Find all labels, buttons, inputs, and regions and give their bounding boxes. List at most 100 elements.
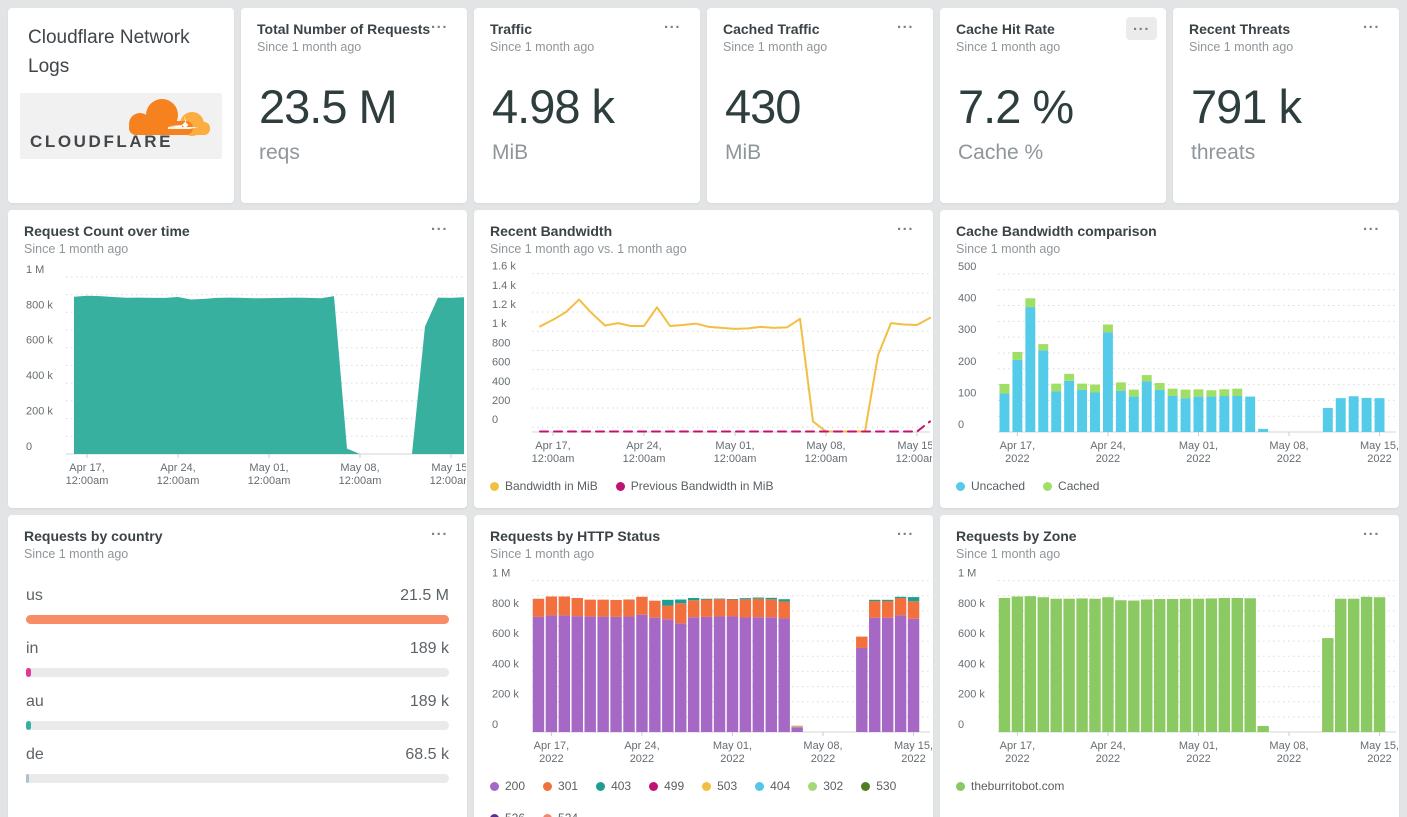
- panel-menu-button[interactable]: ...: [425, 521, 454, 541]
- svg-text:Apr 17,: Apr 17,: [1000, 740, 1035, 752]
- metric-value: 430: [725, 80, 801, 133]
- legend-item[interactable]: 302: [808, 779, 843, 793]
- panel-requests-by-zone: ... Requests by Zone Since 1 month ago 0…: [940, 515, 1399, 817]
- zone-bar-chart[interactable]: 0200 k400 k600 k800 k1 MApr 17,2022Apr 2…: [956, 563, 1399, 770]
- legend-dot-icon: [956, 781, 965, 791]
- legend-item[interactable]: 301: [543, 779, 578, 793]
- metric-unit: threats: [1191, 141, 1256, 164]
- legend-item[interactable]: Bandwidth in MiB: [490, 479, 598, 493]
- panel-menu-button[interactable]: ...: [891, 521, 920, 541]
- legend-item[interactable]: Previous Bandwidth in MiB: [615, 479, 773, 493]
- panel-title: Request Count over time: [24, 223, 190, 239]
- legend-item[interactable]: 503: [702, 779, 737, 793]
- svg-text:May 01,: May 01,: [1179, 440, 1218, 452]
- svg-text:100: 100: [958, 387, 976, 399]
- panel-subtitle: Since 1 month ago: [24, 242, 129, 256]
- legend-label: theburritobot.com: [971, 779, 1065, 793]
- svg-text:12:00am: 12:00am: [157, 475, 200, 487]
- country-value: 68.5 k: [405, 746, 449, 763]
- panel-menu-button[interactable]: ...: [1357, 521, 1386, 541]
- legend-dot-icon: [861, 781, 871, 791]
- svg-text:600: 600: [492, 357, 510, 369]
- legend-label: 524: [558, 811, 578, 817]
- legend-dot-icon: [596, 781, 606, 791]
- cloudflare-wordmark: CLOUDFLARE: [30, 132, 174, 151]
- svg-text:Apr 24,: Apr 24,: [160, 462, 195, 474]
- svg-text:May 08,: May 08,: [803, 740, 842, 752]
- svg-text:1.4 k: 1.4 k: [492, 280, 516, 292]
- panel-cache-hit-rate: ... Cache Hit Rate Since 1 month ago 7.2…: [940, 8, 1166, 203]
- svg-text:May 15,: May 15,: [894, 740, 932, 752]
- svg-text:Apr 17,: Apr 17,: [69, 462, 104, 474]
- country-bar-fill[interactable]: [26, 774, 29, 783]
- legend-item[interactable]: 200: [490, 779, 525, 793]
- svg-text:1.6 k: 1.6 k: [492, 261, 516, 273]
- legend-label: Uncached: [971, 479, 1026, 493]
- cache-legend: Uncached Cached: [940, 475, 1399, 493]
- svg-text:800 k: 800 k: [492, 598, 519, 610]
- country-bar-track: [26, 721, 449, 730]
- http-status-bar-chart[interactable]: 0200 k400 k600 k800 k1 MApr 17,2022Apr 2…: [490, 563, 933, 770]
- country-value: 189 k: [409, 693, 449, 710]
- svg-text:800: 800: [492, 337, 510, 349]
- svg-text:2022: 2022: [1005, 453, 1029, 465]
- country-bar-fill[interactable]: [26, 615, 449, 624]
- legend-item[interactable]: 524: [543, 811, 578, 817]
- panel-menu-button[interactable]: ...: [1357, 216, 1386, 236]
- panel-menu-button-active[interactable]: ...: [1125, 17, 1157, 40]
- svg-text:Apr 17,: Apr 17,: [535, 440, 570, 452]
- panel-menu-button[interactable]: ...: [891, 216, 920, 236]
- svg-text:May 08,: May 08,: [1269, 440, 1308, 452]
- panel-subtitle: Since 1 month ago: [490, 40, 595, 54]
- svg-text:2022: 2022: [1367, 753, 1391, 765]
- legend-dot-icon: [808, 781, 818, 791]
- legend-item[interactable]: theburritobot.com: [956, 779, 1064, 793]
- svg-text:Apr 24,: Apr 24,: [1090, 740, 1125, 752]
- panel-title: Traffic: [490, 21, 533, 37]
- svg-text:May 01,: May 01,: [715, 440, 754, 452]
- panel-title: Recent Bandwidth: [490, 223, 613, 239]
- legend-label: 404: [770, 779, 791, 793]
- panel-menu-button[interactable]: ...: [425, 216, 454, 236]
- country-code: de: [26, 746, 44, 763]
- country-bar-track: [26, 774, 449, 783]
- legend-item[interactable]: 526: [490, 811, 525, 817]
- top-row: Cloudflare Network Logs CLOUDFLARE ... T…: [8, 8, 1399, 203]
- svg-text:0: 0: [492, 719, 498, 731]
- svg-text:2022: 2022: [1367, 453, 1391, 465]
- panel-menu-button[interactable]: ...: [658, 14, 687, 34]
- country-bar-fill[interactable]: [26, 668, 32, 677]
- legend-item[interactable]: 403: [596, 779, 631, 793]
- panel-subtitle: Since 1 month ago: [956, 40, 1061, 54]
- svg-text:200: 200: [492, 395, 510, 407]
- request-count-area-chart[interactable]: 0200 k400 k600 k800 k1 MApr 17,12:00amAp…: [24, 258, 467, 492]
- country-value: 21.5 M: [400, 587, 449, 604]
- panel-title: Requests by HTTP Status: [490, 528, 661, 544]
- cache-bandwidth-bar-chart[interactable]: 0100200300400500Apr 17,2022Apr 24,2022Ma…: [956, 258, 1399, 470]
- legend-item[interactable]: 530: [861, 779, 896, 793]
- legend-label: 499: [664, 779, 685, 793]
- legend-item[interactable]: Cached: [1043, 479, 1099, 493]
- dashboard-title: Cloudflare Network Logs: [28, 27, 190, 77]
- svg-text:May 01,: May 01,: [1179, 740, 1218, 752]
- svg-text:12:00am: 12:00am: [896, 453, 932, 465]
- legend-item[interactable]: 404: [755, 779, 790, 793]
- panel-menu-button[interactable]: ...: [891, 14, 920, 34]
- svg-text:600 k: 600 k: [958, 628, 985, 640]
- legend-item[interactable]: Uncached: [956, 479, 1025, 493]
- legend-dot-icon: [490, 781, 499, 791]
- country-value: 189 k: [409, 640, 449, 657]
- svg-text:2022: 2022: [1186, 453, 1210, 465]
- svg-text:May 15,: May 15,: [431, 462, 466, 474]
- svg-text:2022: 2022: [1277, 453, 1301, 465]
- svg-text:May 08,: May 08,: [806, 440, 845, 452]
- bandwidth-line-chart[interactable]: 02004006008001 k1.2 k1.4 k1.6 kApr 17,12…: [490, 258, 933, 470]
- panel-menu-button[interactable]: ...: [1357, 14, 1386, 34]
- panel-menu-button[interactable]: ...: [425, 14, 454, 34]
- legend-item[interactable]: 499: [649, 779, 684, 793]
- panel-title: Recent Threats: [1189, 21, 1291, 37]
- svg-text:600 k: 600 k: [492, 628, 519, 640]
- svg-text:800 k: 800 k: [958, 598, 985, 610]
- country-bar-fill[interactable]: [26, 721, 32, 730]
- svg-text:12:00am: 12:00am: [532, 453, 575, 465]
